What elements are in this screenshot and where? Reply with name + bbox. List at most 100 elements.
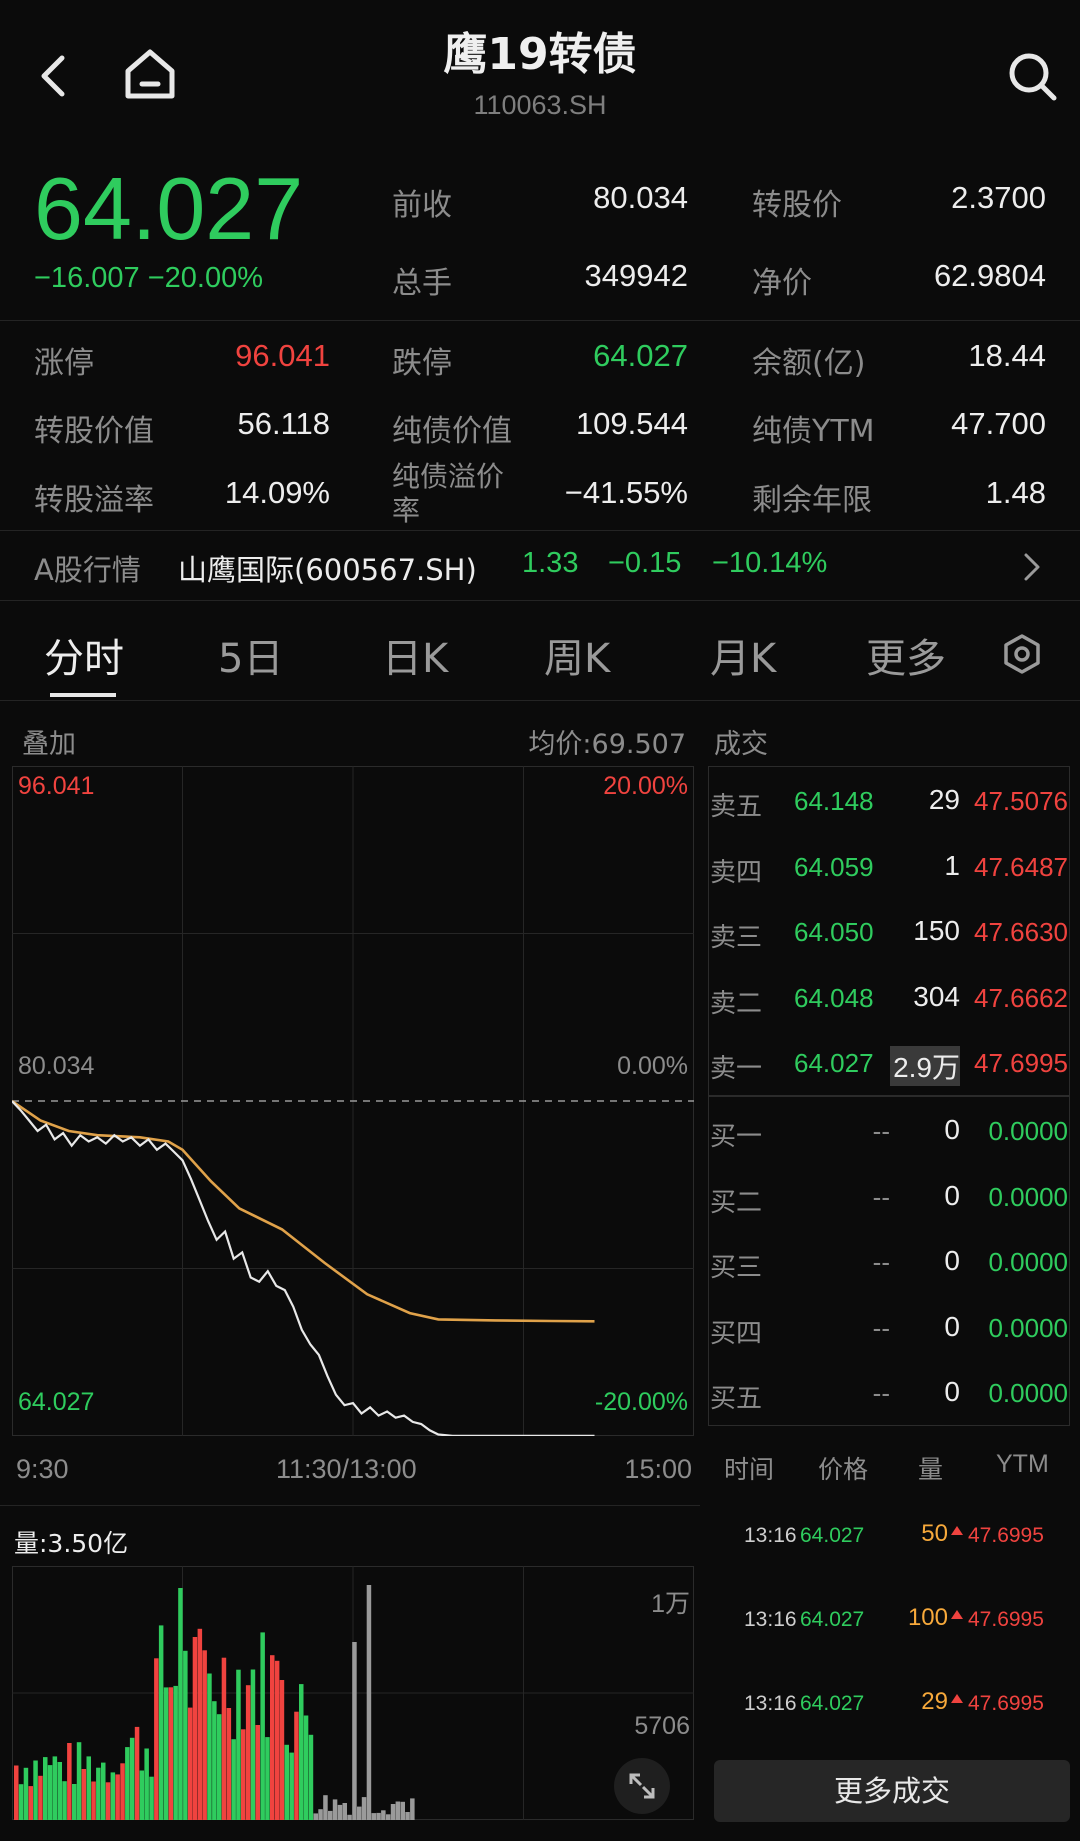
more-trades-button[interactable]: 更多成交 bbox=[714, 1760, 1070, 1822]
ob-ytm: 47.6995 bbox=[974, 1048, 1068, 1078]
search-button[interactable] bbox=[1004, 48, 1062, 106]
tab-daily-k[interactable]: 日K bbox=[382, 626, 448, 684]
volume-bar bbox=[332, 1799, 338, 1820]
up-arrow-icon bbox=[951, 1694, 963, 1703]
volume-bar bbox=[323, 1795, 328, 1820]
remaining-years-value: 1.48 bbox=[985, 475, 1046, 510]
ask-row[interactable]: 卖二 64.048 304 47.6662 bbox=[708, 975, 1070, 1025]
ob-level-label: 卖三 bbox=[710, 923, 763, 953]
stock-name: 山鹰国际(600567.SH) bbox=[178, 553, 477, 587]
tab-intraday[interactable]: 分时 bbox=[44, 626, 124, 684]
volume-bar bbox=[57, 1762, 62, 1820]
volume-bar bbox=[120, 1763, 125, 1820]
stock-quote-row[interactable]: A股行情 山鹰国际(600567.SH) 1.33 −0.15 −10.14% bbox=[0, 531, 1080, 599]
ob-volume: 1 bbox=[944, 849, 960, 881]
limit-up-label: 涨停 bbox=[34, 346, 94, 381]
volume-bar bbox=[216, 1714, 222, 1820]
volume-bar bbox=[192, 1637, 198, 1820]
tab-monthly-k[interactable]: 月K bbox=[710, 626, 776, 684]
trade-volume: 100 bbox=[907, 1604, 948, 1631]
volume-bar bbox=[101, 1762, 106, 1820]
volume-bar bbox=[28, 1786, 33, 1820]
volume-bar bbox=[23, 1767, 29, 1820]
volume-bar bbox=[14, 1765, 19, 1820]
ask-row[interactable]: 卖三 64.050 150 47.6630 bbox=[708, 909, 1070, 959]
ob-level-label: 买五 bbox=[710, 1384, 763, 1414]
volume-bar bbox=[342, 1803, 347, 1820]
bottom-pct-label: -20.00% bbox=[594, 1388, 688, 1416]
ob-price: -- bbox=[872, 1181, 890, 1212]
trade-ytm: 47.6995 bbox=[968, 1524, 1044, 1547]
volume-bar bbox=[299, 1684, 304, 1820]
trades-header-ytm: YTM bbox=[996, 1450, 1049, 1478]
ob-volume: 2.9万 bbox=[890, 1046, 960, 1086]
volume-bar bbox=[241, 1729, 246, 1820]
ask-row[interactable]: 卖五 64.148 29 47.5076 bbox=[708, 778, 1070, 828]
search-icon bbox=[1009, 53, 1057, 101]
conv-premium-label: 转股溢率 bbox=[34, 483, 154, 518]
ob-ytm: 47.6662 bbox=[974, 982, 1068, 1013]
trade-volume: 29 bbox=[921, 1688, 948, 1715]
volume-bar bbox=[158, 1625, 164, 1820]
overlay-button[interactable]: 叠加 bbox=[22, 722, 76, 761]
volume-bar bbox=[91, 1781, 96, 1820]
tab-5day[interactable]: 5日 bbox=[218, 626, 283, 684]
volume-bar bbox=[207, 1673, 212, 1820]
trade-price: 64.027 bbox=[800, 1692, 865, 1715]
trade-row: 13:16 64.027 100 47.6995 bbox=[708, 1600, 1070, 1640]
expand-chart-button[interactable] bbox=[614, 1758, 670, 1814]
security-code: 110063.SH bbox=[473, 90, 607, 120]
volume-bar bbox=[62, 1781, 67, 1820]
volume-bar bbox=[265, 1737, 270, 1820]
volume-bar bbox=[173, 1685, 178, 1820]
trades-header-time: 时间 bbox=[724, 1455, 775, 1484]
ob-level-label: 卖五 bbox=[710, 792, 763, 822]
conv-price-value: 2.3700 bbox=[951, 180, 1046, 215]
trade-price: 64.027 bbox=[800, 1524, 865, 1547]
clean-price-value: 62.9804 bbox=[933, 258, 1046, 293]
volume-bar bbox=[274, 1660, 280, 1820]
tab-weekly-k[interactable]: 周K bbox=[544, 626, 610, 684]
volume-bar bbox=[178, 1588, 183, 1820]
volume-bar bbox=[129, 1737, 135, 1820]
bid-row[interactable]: 买三 -- 0 0.0000 bbox=[708, 1239, 1070, 1289]
volume-bar bbox=[347, 1814, 352, 1820]
volume-bar bbox=[197, 1628, 203, 1820]
bond-ytm-value: 47.700 bbox=[951, 406, 1046, 441]
volume-bar bbox=[221, 1657, 227, 1820]
ob-volume: 0 bbox=[944, 1376, 960, 1407]
volume-bar bbox=[250, 1669, 256, 1820]
trades-title: 成交 bbox=[714, 729, 768, 760]
chart-settings-button[interactable] bbox=[996, 628, 1048, 680]
volume-chart[interactable] bbox=[12, 1566, 694, 1820]
top-price-label: 96.041 bbox=[18, 772, 95, 800]
trade-row: 13:16 64.027 50 47.6995 bbox=[708, 1516, 1070, 1556]
bid-row[interactable]: 买二 -- 0 0.0000 bbox=[708, 1174, 1070, 1224]
ob-volume: 150 bbox=[913, 915, 960, 946]
ask-row[interactable]: 卖四 64.059 1 47.6487 bbox=[708, 844, 1070, 894]
ask-row[interactable]: 卖一 64.027 2.9万 47.6995 bbox=[708, 1040, 1070, 1090]
ob-price: 64.059 bbox=[794, 851, 874, 882]
bid-row[interactable]: 买一 -- 0 0.0000 bbox=[708, 1108, 1070, 1158]
mid-price-label: 80.034 bbox=[18, 1052, 95, 1080]
tab-more[interactable]: 更多 bbox=[866, 626, 946, 684]
volume-bar bbox=[270, 1655, 275, 1820]
ob-volume: 304 bbox=[913, 980, 960, 1012]
ob-volume: 0 bbox=[944, 1310, 960, 1342]
volume-bar bbox=[231, 1739, 236, 1820]
bid-row[interactable]: 买五 -- 0 0.0000 bbox=[708, 1370, 1070, 1420]
avg-price-line bbox=[12, 1100, 595, 1323]
volume-bar bbox=[115, 1774, 120, 1820]
volume-bar bbox=[187, 1707, 193, 1820]
ob-price: -- bbox=[872, 1378, 890, 1408]
intraday-chart[interactable] bbox=[12, 766, 694, 1436]
ob-level-label: 买二 bbox=[710, 1187, 763, 1218]
volume-bar bbox=[376, 1812, 381, 1820]
bid-row[interactable]: 买四 -- 0 0.0000 bbox=[708, 1305, 1070, 1355]
time-mid: 11:30/13:00 bbox=[276, 1454, 417, 1484]
volume-bar bbox=[163, 1687, 169, 1820]
trade-ytm: 47.6995 bbox=[968, 1692, 1044, 1715]
bond-ytm-label: 纯债YTM bbox=[752, 414, 875, 449]
volume-bar bbox=[183, 1650, 188, 1820]
conv-price-label: 转股价 bbox=[752, 188, 842, 223]
